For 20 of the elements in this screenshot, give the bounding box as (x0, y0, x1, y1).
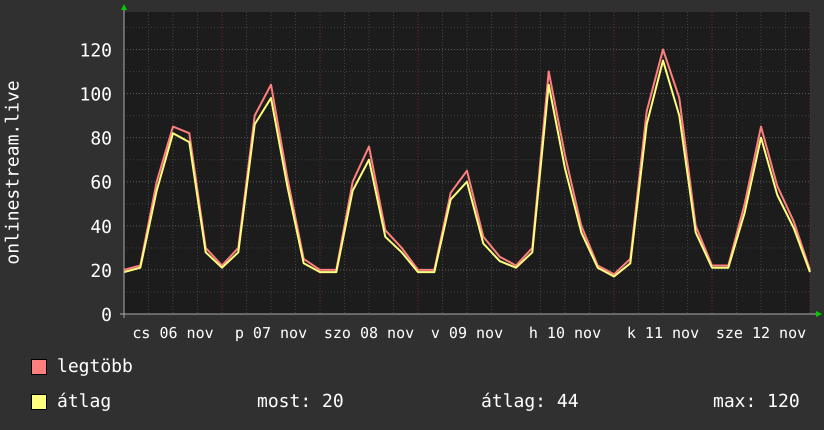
legend-label: legtöbb (57, 355, 134, 379)
y-tick-label: 100 (79, 84, 112, 106)
y-axis-label: onlinestream.live (2, 80, 24, 265)
y-tick-label: 0 (101, 305, 112, 326)
y-tick-label: 120 (79, 40, 112, 62)
y-tick-label: 40 (90, 216, 112, 238)
x-tick-label: sze 12 nov (716, 324, 806, 342)
y-tick-label: 60 (90, 172, 112, 194)
y-tick-label: 80 (90, 128, 112, 150)
stat-value: max: 120 (713, 390, 800, 414)
legend-label: átlag (57, 390, 112, 414)
stat-value: átlag: 44 (481, 390, 580, 414)
stat-value: most: 20 (257, 390, 345, 414)
x-tick-label: h 10 nov (528, 324, 602, 342)
x-tick-label: cs 06 nov (132, 324, 214, 342)
y-tick-label: 20 (90, 260, 112, 282)
x-tick-label: szo 08 nov (324, 324, 414, 342)
x-tick-label: v 09 nov (430, 324, 504, 342)
x-tick-label: k 11 nov (626, 324, 700, 342)
x-tick-label: p 07 nov (234, 324, 308, 342)
